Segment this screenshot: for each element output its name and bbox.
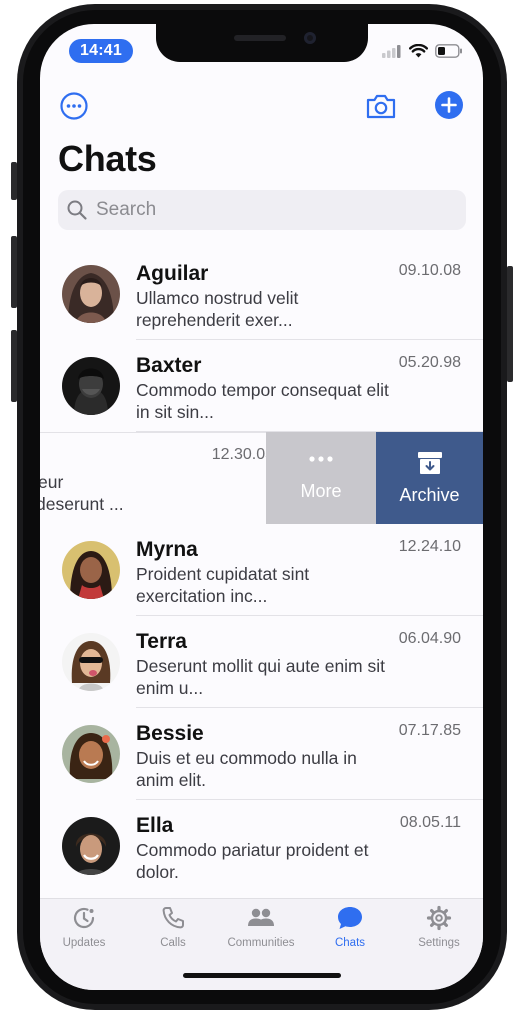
chat-row-bessie[interactable]: Bessie 07.17.85 Duis et eu commodo nulla… [40,708,483,800]
tab-label: Communities [227,937,295,949]
archive-action-button[interactable]: Archive [376,432,483,524]
cellular-signal-icon [382,44,402,63]
swiped-chat-row[interactable]: 12.30.03 eur deserunt ... More Archive [40,432,483,524]
more-options-button[interactable] [59,91,89,121]
ellipsis-icon [309,455,333,462]
tab-settings[interactable]: Settings [395,905,483,955]
avatar [62,357,120,415]
chats-icon [338,907,362,929]
new-chat-button[interactable] [434,90,464,120]
chat-name: Aguilar [136,262,209,285]
chat-preview: Commodo tempor consequat elit in sit sin… [136,380,389,422]
swiped-chat-content[interactable]: 12.30.03 eur deserunt ... [40,432,274,524]
archive-box-icon [417,451,442,474]
camera-button[interactable] [365,90,397,122]
chat-preview-line-2: deserunt ... [40,494,124,514]
row-divider [40,432,266,433]
chat-date: 08.05.11 [399,814,461,831]
tab-label: Updates [62,937,106,949]
wifi-icon [409,43,428,63]
avatar [62,541,120,599]
search-icon [67,200,87,220]
plus-circle-icon [435,91,463,119]
front-camera [304,32,316,44]
volume-up-button [11,236,17,308]
earpiece-speaker [234,35,286,41]
camera-icon [366,94,396,119]
tab-calls[interactable]: Calls [129,905,217,955]
chat-preview: Commodo pariatur proident et dolor. [136,840,369,882]
more-action-button[interactable]: More [266,432,376,524]
avatar [62,817,120,875]
chat-name: Bessie [136,722,204,745]
chat-name: Baxter [136,354,202,377]
more-action-label: More [300,480,342,501]
search-input[interactable] [96,199,436,221]
status-indicators [382,43,463,63]
phone-icon [162,907,184,929]
chat-date: 06.04.90 [398,630,461,647]
status-time: 14:41 [69,39,133,63]
chat-name: Terra [136,630,187,653]
chat-date: 07.17.85 [398,722,461,739]
chat-row-terra[interactable]: Terra 06.04.90 Deserunt mollit qui aute … [40,616,483,708]
chat-name: Ella [136,814,174,837]
home-indicator[interactable] [183,973,341,978]
chat-preview: Ullamco nostrud velit reprehenderit exer… [136,288,299,330]
search-bar[interactable] [58,190,466,230]
communities-icon [248,908,274,926]
tab-updates[interactable]: Updates [40,905,128,955]
chat-row-myrna[interactable]: Myrna 12.24.10 Proident cupidatat sint e… [40,524,483,616]
tab-label: Calls [160,937,186,949]
updates-icon [73,907,95,929]
chat-date: 05.20.98 [398,354,461,371]
chat-name: Myrna [136,538,198,561]
volume-down-button [11,330,17,402]
ellipsis-circle-icon [60,92,88,120]
chat-row-aguilar[interactable]: Aguilar 09.10.08 Ullamco nostrud velit r… [40,248,483,340]
tab-communities[interactable]: Communities [217,905,305,955]
tab-label: Settings [418,937,460,949]
chat-preview: Proident cupidatat sint exercitation inc… [136,564,310,606]
notch [156,24,368,62]
action-button [11,162,17,200]
chat-row-ella[interactable]: Ella 08.05.11 Commodo pariatur proident … [40,800,483,892]
avatar [62,265,120,323]
chat-preview-line-1: eur [40,472,64,492]
chat-date: 12.24.10 [398,538,461,555]
screen: 14:41 Chats Search Aguilar 09.10.08 Ulla… [40,24,483,990]
tab-label: Chats [334,937,366,949]
chat-date: 12.30.03 [211,446,274,463]
power-button [507,266,513,382]
chat-date: 09.10.08 [398,262,461,279]
chat-row-baxter[interactable]: Baxter 05.20.98 Commodo tempor consequat… [40,340,483,432]
gear-icon [426,905,452,931]
battery-icon [435,44,463,63]
tab-chats[interactable]: Chats [306,905,394,955]
page-title: Chats [58,138,157,179]
chat-preview: Deserunt mollit qui aute enim sit enim u… [136,656,385,698]
chat-preview: Duis et eu commodo nulla in anim elit. [136,748,357,790]
archive-action-label: Archive [399,484,460,505]
avatar [62,725,120,783]
avatar [62,633,120,691]
